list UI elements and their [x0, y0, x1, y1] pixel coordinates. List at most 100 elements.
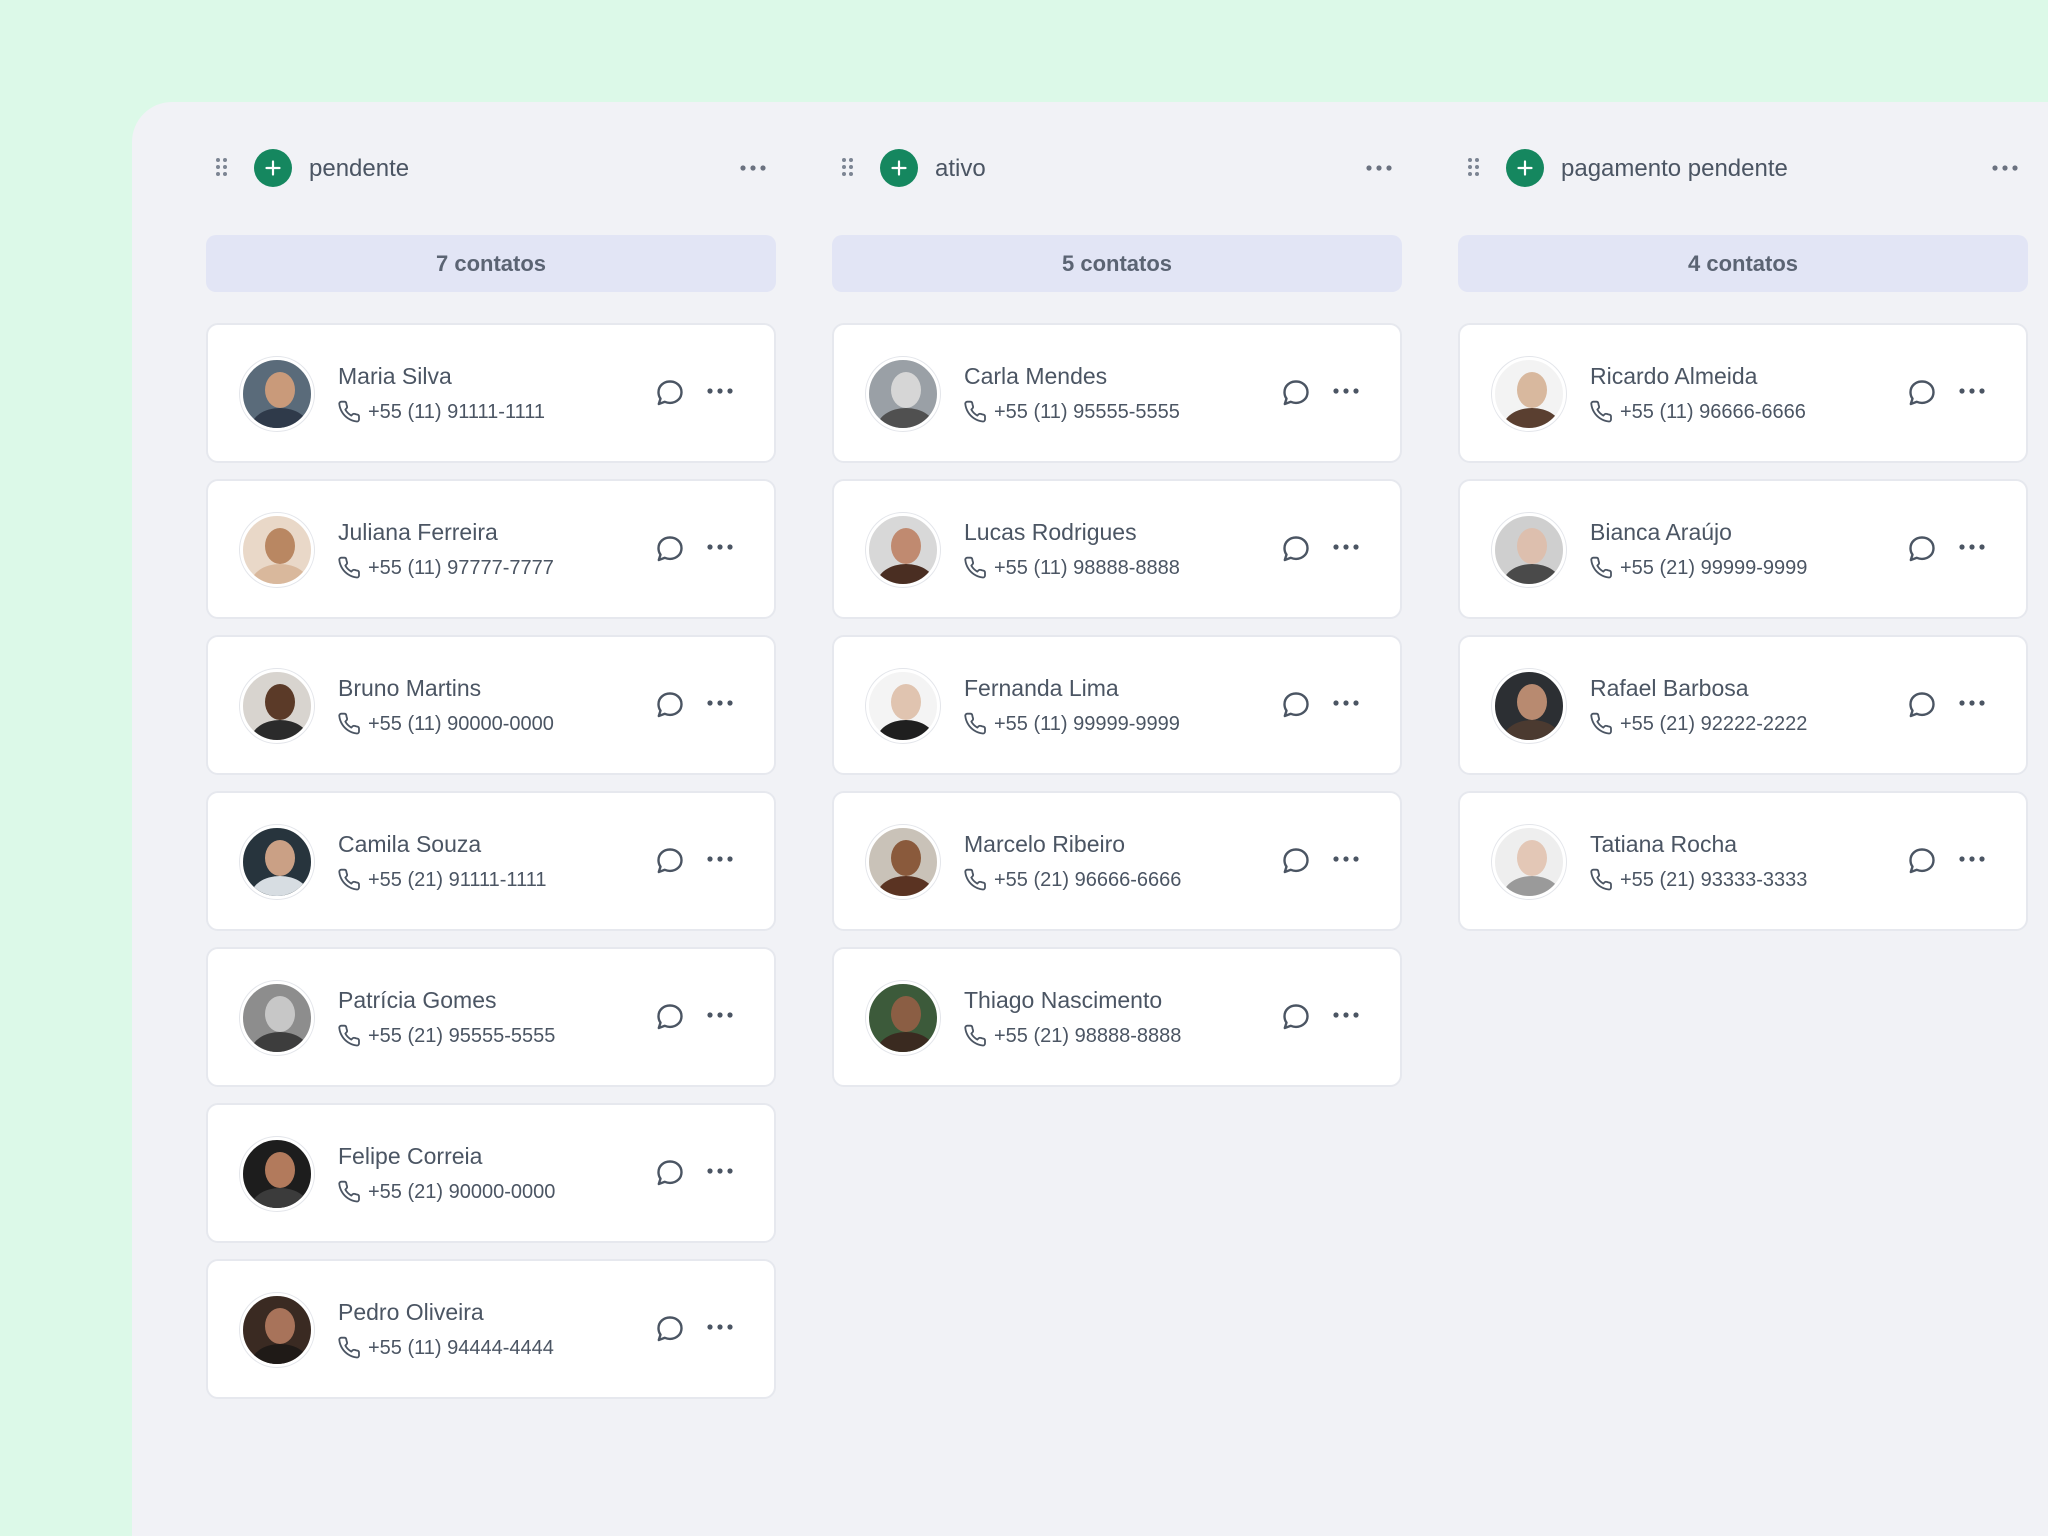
card-menu-icon[interactable] — [1331, 537, 1361, 557]
contact-name: Ricardo Almeida — [1590, 363, 1758, 389]
column-title: pagamento pendente — [1561, 155, 1788, 182]
contact-card[interactable]: Camila Souza +55 (21) 91111-1111 — [206, 791, 776, 931]
contact-card[interactable]: Bruno Martins +55 (11) 90000-0000 — [206, 635, 776, 775]
message-circle-icon[interactable] — [1906, 533, 1938, 565]
contact-phone: +55 (21) 96666-6666 — [994, 869, 1182, 891]
contact-phone: +55 (21) 91111-1111 — [368, 869, 547, 891]
phone-icon — [964, 868, 988, 897]
card-menu-icon[interactable] — [705, 1161, 735, 1181]
card-menu-icon[interactable] — [1331, 693, 1361, 713]
column-menu-icon[interactable] — [1990, 155, 2020, 181]
avatar — [866, 357, 940, 431]
contact-card[interactable]: Marcelo Ribeiro +55 (21) 96666-6666 — [832, 791, 1402, 931]
message-circle-icon[interactable] — [654, 1001, 686, 1033]
phone-icon — [964, 556, 988, 585]
kanban-board: pendente 7 contatos Maria Silva +55 (11) 91… — [132, 102, 2048, 1536]
card-menu-icon[interactable] — [705, 1005, 735, 1025]
card-menu-icon[interactable] — [1957, 537, 1987, 557]
column-menu-icon[interactable] — [1364, 155, 1394, 181]
message-circle-icon[interactable] — [1280, 1001, 1312, 1033]
phone-icon — [1590, 556, 1614, 585]
contact-card[interactable]: Felipe Correia +55 (21) 90000-0000 — [206, 1103, 776, 1243]
contact-phone: +55 (11) 99999-9999 — [994, 713, 1180, 735]
card-menu-icon[interactable] — [705, 849, 735, 869]
contact-phone: +55 (11) 96666-6666 — [1620, 401, 1806, 423]
message-circle-icon[interactable] — [1906, 377, 1938, 409]
add-contact-button[interactable] — [880, 149, 918, 187]
phone-icon — [964, 1024, 988, 1053]
card-menu-icon[interactable] — [1331, 1005, 1361, 1025]
column-header: ativo — [832, 146, 1402, 190]
card-menu-icon[interactable] — [705, 381, 735, 401]
card-menu-icon[interactable] — [1957, 849, 1987, 869]
message-circle-icon[interactable] — [654, 845, 686, 877]
contact-card[interactable]: Bianca Araújo +55 (21) 99999-9999 — [1458, 479, 2028, 619]
avatar — [240, 513, 314, 587]
contact-name: Patrícia Gomes — [338, 987, 497, 1013]
message-circle-icon[interactable] — [1906, 845, 1938, 877]
contact-card[interactable]: Patrícia Gomes +55 (21) 95555-5555 — [206, 947, 776, 1087]
contact-phone: +55 (11) 97777-7777 — [368, 557, 554, 579]
message-circle-icon[interactable] — [1280, 377, 1312, 409]
contact-name: Juliana Ferreira — [338, 519, 498, 545]
drag-handle-icon[interactable] — [1468, 158, 1482, 178]
contact-card[interactable]: Thiago Nascimento +55 (21) 98888-8888 — [832, 947, 1402, 1087]
contact-count-badge: 7 contatos — [206, 235, 776, 292]
card-menu-icon[interactable] — [1331, 381, 1361, 401]
message-circle-icon[interactable] — [1280, 533, 1312, 565]
card-menu-icon[interactable] — [705, 693, 735, 713]
avatar — [240, 669, 314, 743]
contact-card[interactable]: Fernanda Lima +55 (11) 99999-9999 — [832, 635, 1402, 775]
avatar — [866, 669, 940, 743]
card-menu-icon[interactable] — [1957, 693, 1987, 713]
card-menu-icon[interactable] — [1331, 849, 1361, 869]
contact-card[interactable]: Lucas Rodrigues +55 (11) 98888-8888 — [832, 479, 1402, 619]
column-menu-icon[interactable] — [738, 155, 768, 181]
contact-card[interactable]: Juliana Ferreira +55 (11) 97777-7777 — [206, 479, 776, 619]
avatar — [240, 357, 314, 431]
drag-handle-icon[interactable] — [216, 158, 230, 178]
contact-name: Bianca Araújo — [1590, 519, 1732, 545]
card-menu-icon[interactable] — [705, 1317, 735, 1337]
phone-icon — [1590, 400, 1614, 429]
card-menu-icon[interactable] — [1957, 381, 1987, 401]
contact-name: Fernanda Lima — [964, 675, 1119, 701]
column-header: pendente — [206, 146, 776, 190]
contact-name: Pedro Oliveira — [338, 1299, 484, 1325]
contact-phone: +55 (11) 95555-5555 — [994, 401, 1180, 423]
contact-phone: +55 (11) 98888-8888 — [994, 557, 1180, 579]
avatar — [866, 825, 940, 899]
message-circle-icon[interactable] — [654, 1313, 686, 1345]
contact-card[interactable]: Tatiana Rocha +55 (21) 93333-3333 — [1458, 791, 2028, 931]
message-circle-icon[interactable] — [654, 533, 686, 565]
drag-handle-icon[interactable] — [842, 158, 856, 178]
message-circle-icon[interactable] — [1280, 845, 1312, 877]
contact-phone: +55 (21) 92222-2222 — [1620, 713, 1808, 735]
phone-icon — [338, 556, 362, 585]
phone-icon — [338, 1180, 362, 1209]
message-circle-icon[interactable] — [654, 1157, 686, 1189]
contact-card[interactable]: Maria Silva +55 (11) 91111-1111 — [206, 323, 776, 463]
contact-name: Camila Souza — [338, 831, 482, 857]
phone-icon — [964, 712, 988, 741]
message-circle-icon[interactable] — [654, 689, 686, 721]
contact-card[interactable]: Pedro Oliveira +55 (11) 94444-4444 — [206, 1259, 776, 1399]
message-circle-icon[interactable] — [1906, 689, 1938, 721]
contact-phone: +55 (11) 91111-1111 — [368, 401, 545, 423]
avatar — [1492, 669, 1566, 743]
column-title: pendente — [309, 155, 410, 182]
card-menu-icon[interactable] — [705, 537, 735, 557]
contact-phone: +55 (21) 95555-5555 — [368, 1025, 556, 1047]
contact-name: Felipe Correia — [338, 1143, 483, 1169]
message-circle-icon[interactable] — [1280, 689, 1312, 721]
contact-card[interactable]: Rafael Barbosa +55 (21) 92222-2222 — [1458, 635, 2028, 775]
contact-card[interactable]: Ricardo Almeida +55 (11) 96666-6666 — [1458, 323, 2028, 463]
contact-count-badge: 4 contatos — [1458, 235, 2028, 292]
contact-card[interactable]: Carla Mendes +55 (11) 95555-5555 — [832, 323, 1402, 463]
avatar — [240, 825, 314, 899]
avatar — [240, 1137, 314, 1211]
message-circle-icon[interactable] — [654, 377, 686, 409]
add-contact-button[interactable] — [1506, 149, 1544, 187]
avatar — [1492, 825, 1566, 899]
add-contact-button[interactable] — [254, 149, 292, 187]
